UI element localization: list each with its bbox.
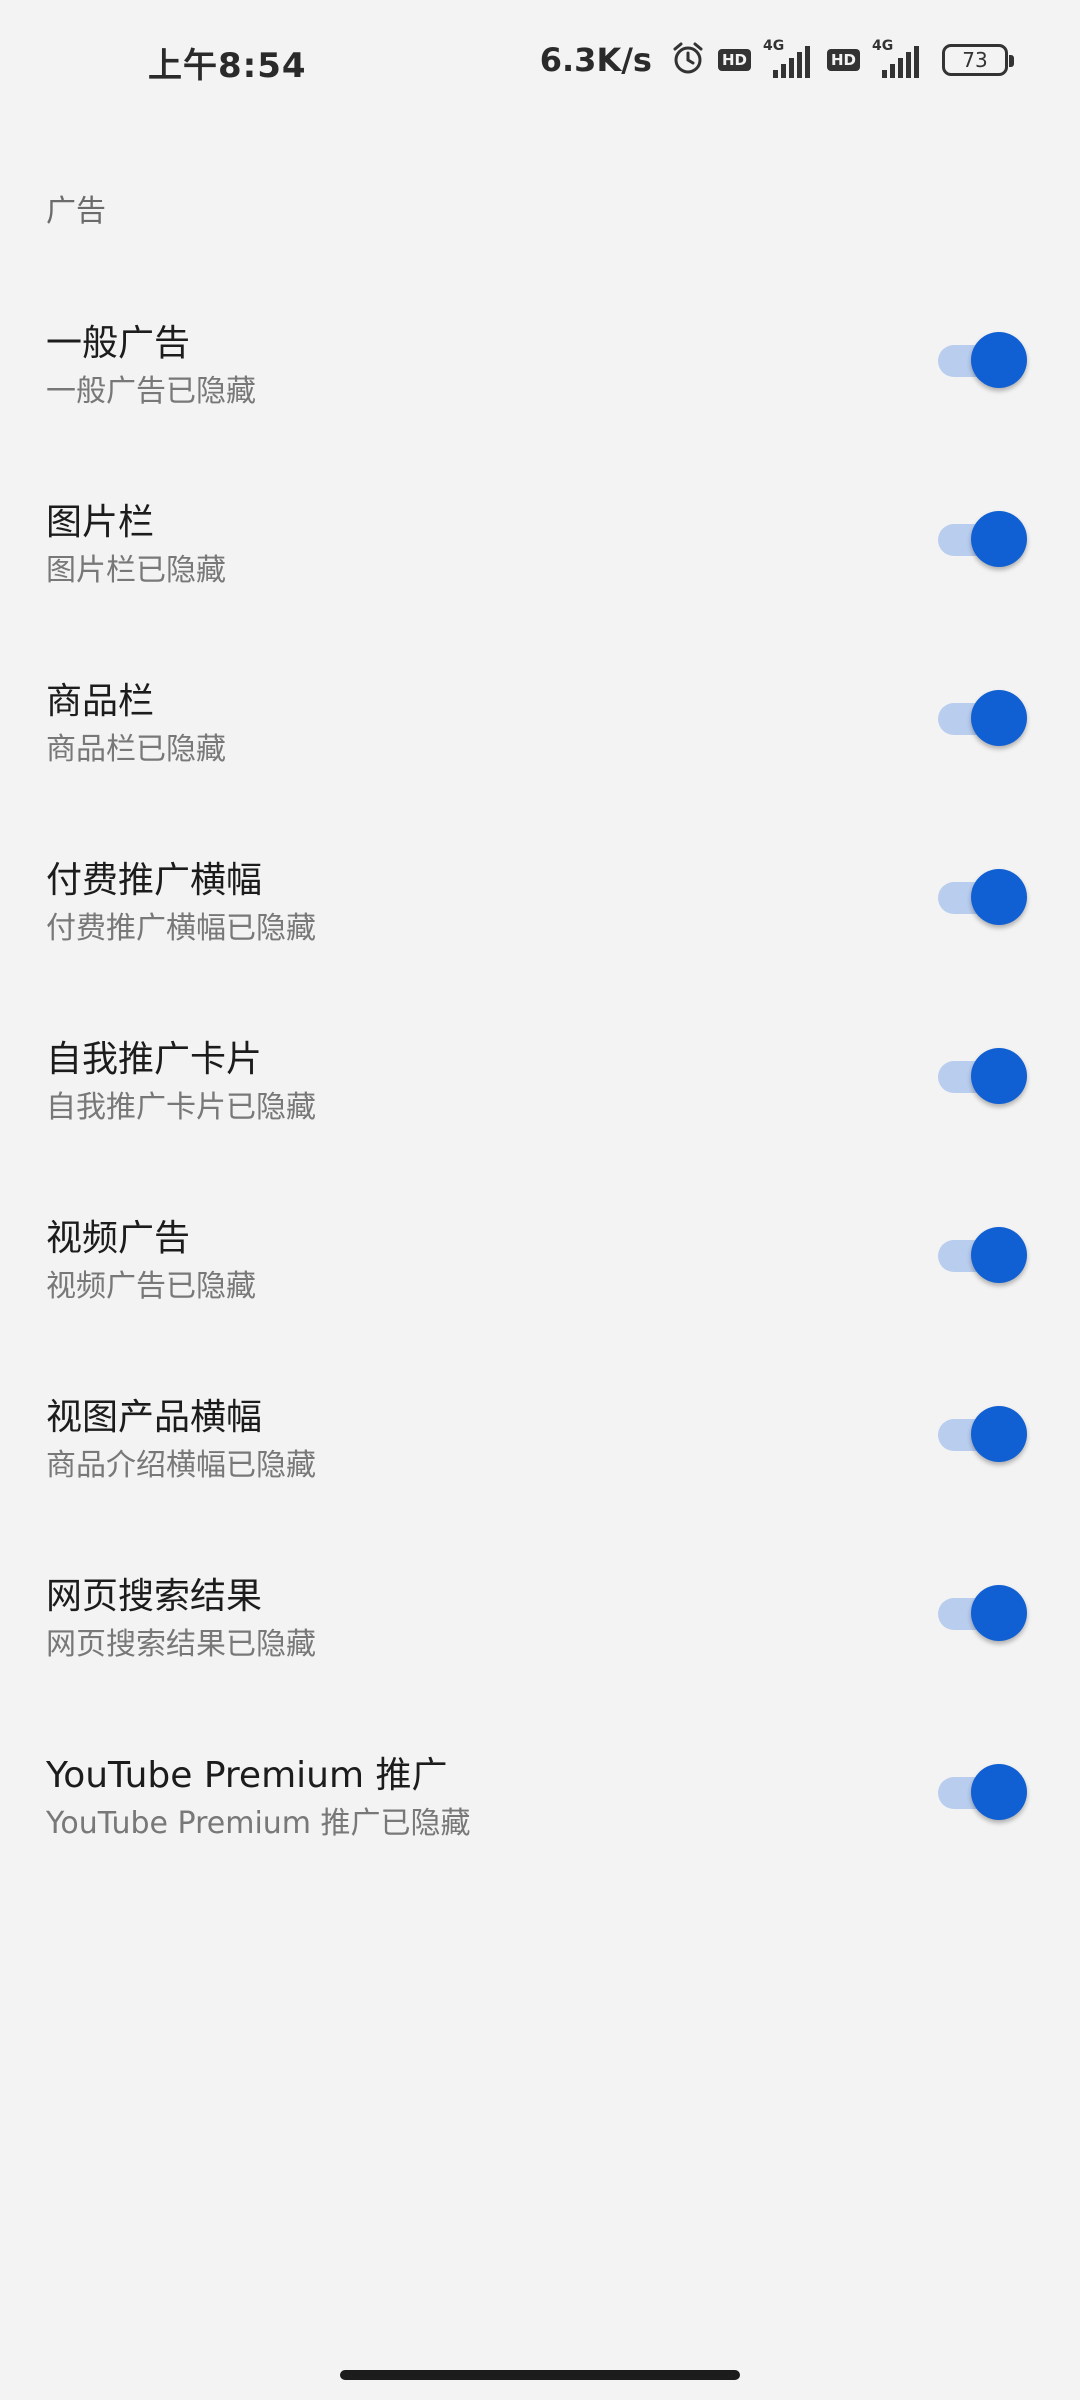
setting-title: 图片栏: [46, 502, 155, 543]
status-time: 上午8:54: [148, 46, 307, 86]
toggle-thumb: [971, 869, 1027, 925]
toggle-thumb: [971, 1406, 1027, 1462]
setting-row-web-search-results[interactable]: 网页搜索结果 网页搜索结果已隐藏: [0, 1553, 1080, 1732]
status-bar: 上午8:54 6.3K/s HD 4G HD 4G 73: [0, 0, 1080, 120]
setting-title: 付费推广横幅: [46, 860, 263, 901]
section-header-ads: 广告: [46, 194, 106, 229]
setting-title: YouTube Premium 推广: [46, 1755, 448, 1796]
toggle-thumb: [971, 332, 1027, 388]
network-speed: 6.3K/s: [539, 41, 652, 79]
setting-row-premium-promotion[interactable]: YouTube Premium 推广 YouTube Premium 推广已隐藏: [0, 1732, 1080, 1911]
toggle-thumb: [971, 1585, 1027, 1641]
setting-row-video-ads[interactable]: 视频广告 视频广告已隐藏: [0, 1195, 1080, 1374]
setting-summary: 付费推广横幅已隐藏: [46, 911, 316, 946]
hd-voice-badge-2: HD: [826, 49, 860, 71]
cell-signal-icon: 4G: [763, 38, 815, 80]
toggle-switch[interactable]: [938, 1585, 1028, 1641]
setting-title: 视频广告: [46, 1218, 191, 1259]
setting-summary: 自我推广卡片已隐藏: [46, 1090, 316, 1125]
setting-summary: 图片栏已隐藏: [46, 553, 226, 588]
setting-row-general-ads[interactable]: 一般广告 一般广告已隐藏: [0, 300, 1080, 479]
settings-list: 一般广告 一般广告已隐藏 图片栏 图片栏已隐藏 商品栏 商品栏已隐藏 付费推广横…: [0, 300, 1080, 1911]
toggle-switch[interactable]: [938, 1227, 1028, 1283]
setting-summary: 一般广告已隐藏: [46, 374, 256, 409]
status-icons: 6.3K/s HD 4G HD 4G 73: [539, 36, 1014, 84]
toggle-thumb: [971, 511, 1027, 567]
hd-voice-badge: HD: [717, 49, 751, 71]
toggle-switch[interactable]: [938, 1048, 1028, 1104]
setting-summary: 视频广告已隐藏: [46, 1269, 256, 1304]
setting-row-paid-promotion-banner[interactable]: 付费推广横幅 付费推广横幅已隐藏: [0, 837, 1080, 1016]
setting-summary: 商品栏已隐藏: [46, 732, 226, 767]
toggle-thumb: [971, 1048, 1027, 1104]
toggle-switch[interactable]: [938, 511, 1028, 567]
alarm-clock-icon: [670, 40, 706, 80]
setting-title: 一般广告: [46, 323, 191, 364]
setting-row-merchandise-shelf[interactable]: 商品栏 商品栏已隐藏: [0, 658, 1080, 837]
toggle-switch[interactable]: [938, 869, 1028, 925]
toggle-switch[interactable]: [938, 1764, 1028, 1820]
setting-row-image-shelf[interactable]: 图片栏 图片栏已隐藏: [0, 479, 1080, 658]
setting-summary: 网页搜索结果已隐藏: [46, 1627, 316, 1662]
battery-icon: 73: [942, 44, 1014, 76]
home-gesture-bar[interactable]: [340, 2370, 740, 2380]
setting-row-self-sponsor-card[interactable]: 自我推广卡片 自我推广卡片已隐藏: [0, 1016, 1080, 1195]
setting-title: 视图产品横幅: [46, 1397, 263, 1438]
toggle-switch[interactable]: [938, 1406, 1028, 1462]
setting-title: 网页搜索结果: [46, 1576, 263, 1617]
setting-summary: YouTube Premium 推广已隐藏: [46, 1806, 471, 1841]
battery-level: 73: [962, 48, 988, 72]
setting-row-view-products-banner[interactable]: 视图产品横幅 商品介绍横幅已隐藏: [0, 1374, 1080, 1553]
toggle-thumb: [971, 1764, 1027, 1820]
setting-title: 商品栏: [46, 681, 155, 722]
setting-summary: 商品介绍横幅已隐藏: [46, 1448, 316, 1483]
toggle-switch[interactable]: [938, 690, 1028, 746]
setting-title: 自我推广卡片: [46, 1039, 263, 1080]
toggle-switch[interactable]: [938, 332, 1028, 388]
toggle-thumb: [971, 690, 1027, 746]
cell-signal-icon-2: 4G: [872, 38, 924, 80]
toggle-thumb: [971, 1227, 1027, 1283]
